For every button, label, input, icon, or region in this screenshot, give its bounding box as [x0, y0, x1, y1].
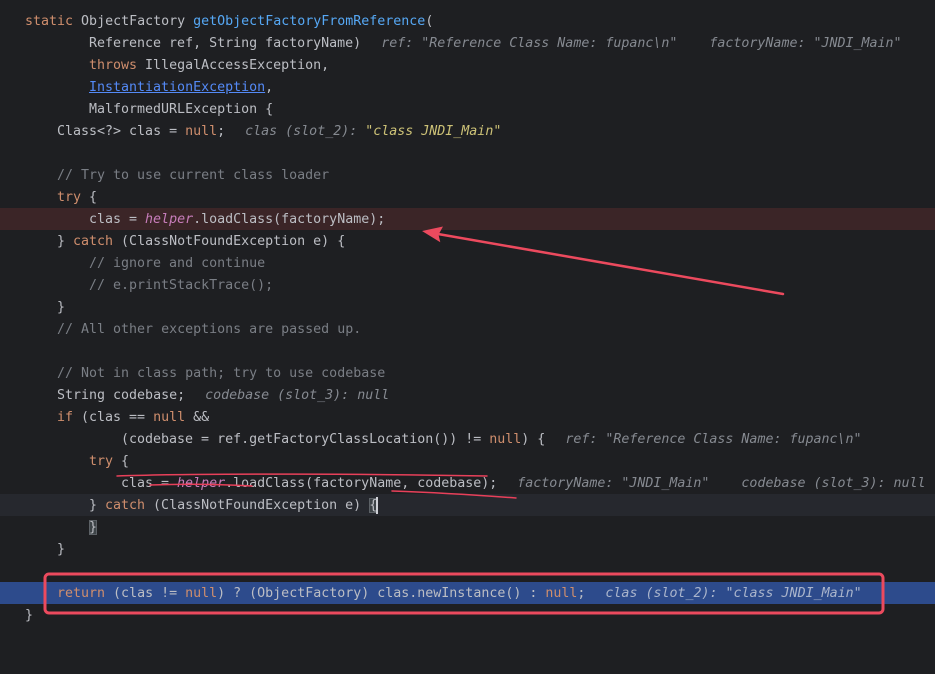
- code-text: (codebase = ref.getFactoryClassLocation(…: [121, 431, 490, 447]
- code-line-7[interactable]: [0, 142, 935, 164]
- code-line-15[interactable]: // All other exceptions are passed up.: [0, 318, 935, 340]
- inline-value: "class JNDI_Main": [725, 585, 862, 601]
- code-line-3[interactable]: throws IllegalAccessException,: [0, 54, 935, 76]
- code-text: Class<?> clas =: [57, 123, 186, 139]
- code-line-8[interactable]: // Try to use current class loader: [0, 164, 935, 186]
- code-line-27-execution-point[interactable]: return (clas != null) ? (ObjectFactory) …: [0, 582, 935, 604]
- code-text: }: [89, 497, 106, 513]
- keyword: try: [57, 189, 82, 205]
- matched-brace: }: [89, 519, 98, 535]
- comment: // Try to use current class loader: [57, 167, 330, 183]
- inline-value-hint: ref: "Reference Class Name: fupanc\n": [565, 431, 862, 447]
- code-text: ;: [577, 585, 586, 601]
- code-line-17[interactable]: // Not in class path; try to use codebas…: [0, 362, 935, 384]
- code-line-26[interactable]: [0, 560, 935, 582]
- field-reference: helper: [145, 211, 194, 227]
- inline-value-label: clas (slot_2):: [245, 123, 366, 139]
- keyword: catch: [105, 497, 146, 513]
- code-editor[interactable]: static ObjectFactory getObjectFactoryFro…: [0, 0, 935, 674]
- code-text: IllegalAccessException,: [137, 57, 330, 73]
- inline-value-hint: codebase (slot_3): null: [205, 387, 390, 403]
- code-line-25[interactable]: }: [0, 538, 935, 560]
- code-text: .loadClass(factoryName, codebase);: [225, 475, 498, 491]
- code-line-18[interactable]: String codebase; codebase (slot_3): null: [0, 384, 935, 406]
- code-text: ) {: [521, 431, 546, 447]
- keyword: catch: [73, 233, 114, 249]
- code-text: clas =: [121, 475, 178, 491]
- code-text: {: [113, 453, 130, 469]
- inline-value-label: clas (slot_2):: [605, 585, 726, 601]
- code-line-19[interactable]: if (clas == null &&: [0, 406, 935, 428]
- keyword: return: [57, 585, 106, 601]
- code-line-16[interactable]: [0, 340, 935, 362]
- keyword: throws: [89, 57, 138, 73]
- keyword: if: [57, 409, 74, 425]
- method-name: getObjectFactoryFromReference: [193, 13, 426, 29]
- code-text: }: [57, 299, 66, 315]
- inline-value-hint: factoryName: "JNDI_Main": [709, 35, 902, 51]
- code-line-22[interactable]: clas = helper .loadClass(factoryName, cod…: [0, 472, 935, 494]
- text-cursor: [376, 496, 379, 514]
- return-type: ObjectFactory: [73, 13, 194, 29]
- keyword: null: [185, 123, 218, 139]
- keyword: null: [153, 409, 186, 425]
- code-line-2[interactable]: Reference ref, String factoryName) ref: "…: [0, 32, 935, 54]
- keyword: null: [489, 431, 522, 447]
- code-text: {: [81, 189, 98, 205]
- inline-value-changed: "class JNDI_Main": [365, 123, 502, 139]
- keyword: static: [25, 13, 74, 29]
- code-line-9[interactable]: try {: [0, 186, 935, 208]
- code-line-20[interactable]: (codebase = ref.getFactoryClassLocation(…: [0, 428, 935, 450]
- code-line-5[interactable]: MalformedURLException {: [0, 98, 935, 120]
- code-text: clas =: [89, 211, 146, 227]
- comment: // e.printStackTrace();: [89, 277, 274, 293]
- code-text: }: [25, 607, 34, 623]
- keyword: null: [185, 585, 218, 601]
- code-text: ,: [265, 79, 274, 95]
- code-text: String codebase;: [57, 387, 186, 403]
- code-text: (ClassNotFoundException e): [145, 497, 370, 513]
- code-text: (clas !=: [105, 585, 186, 601]
- method-parameters: Reference ref, String factoryName): [89, 35, 362, 51]
- code-text: (: [425, 13, 434, 29]
- code-line-13[interactable]: // e.printStackTrace();: [0, 274, 935, 296]
- code-line-14[interactable]: }: [0, 296, 935, 318]
- code-line-11[interactable]: } catch (ClassNotFoundException e) {: [0, 230, 935, 252]
- code-line-1[interactable]: static ObjectFactory getObjectFactoryFro…: [0, 10, 935, 32]
- code-line-4[interactable]: InstantiationException,: [0, 76, 935, 98]
- code-text: MalformedURLException {: [89, 101, 274, 117]
- field-reference: helper: [177, 475, 226, 491]
- inline-value-hint: factoryName: "JNDI_Main": [517, 475, 710, 491]
- code-text: ) ? (ObjectFactory) clas.newInstance() :: [217, 585, 546, 601]
- code-text: .loadClass(factoryName);: [193, 211, 386, 227]
- code-line-24[interactable]: }: [0, 516, 935, 538]
- comment: // Not in class path; try to use codebas…: [57, 365, 386, 381]
- inline-value-hint: codebase (slot_3): null: [741, 475, 926, 491]
- code-text: (clas ==: [73, 409, 154, 425]
- code-text: &&: [185, 409, 210, 425]
- code-line-10-highlighted[interactable]: clas = helper .loadClass(factoryName);: [0, 208, 935, 230]
- code-text: (ClassNotFoundException e) {: [113, 233, 346, 249]
- code-line-12[interactable]: // ignore and continue: [0, 252, 935, 274]
- code-text: }: [57, 233, 74, 249]
- code-text: ;: [217, 123, 226, 139]
- class-reference-link[interactable]: InstantiationException: [89, 80, 265, 95]
- code-text: }: [57, 541, 66, 557]
- code-line-23-current[interactable]: } catch (ClassNotFoundException e) {: [0, 494, 935, 516]
- comment: // All other exceptions are passed up.: [57, 321, 362, 337]
- code-line-6[interactable]: Class<?> clas = null; clas (slot_2): "cla…: [0, 120, 935, 142]
- inline-value-hint: ref: "Reference Class Name: fupanc\n": [381, 35, 678, 51]
- keyword: null: [545, 585, 578, 601]
- code-line-28[interactable]: }: [0, 604, 935, 626]
- keyword: try: [89, 453, 114, 469]
- code-line-21[interactable]: try {: [0, 450, 935, 472]
- comment: // ignore and continue: [89, 255, 266, 271]
